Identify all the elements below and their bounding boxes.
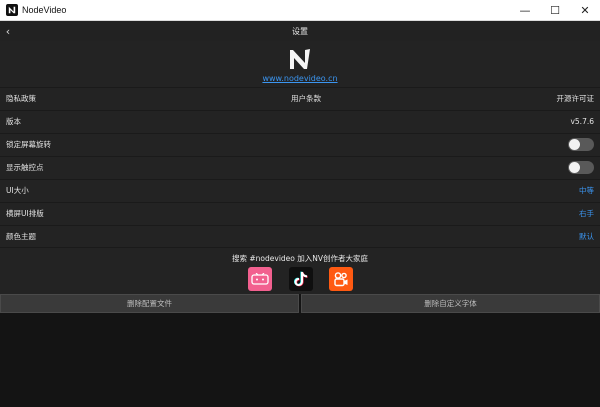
back-chevron-icon[interactable]: ‹: [1, 22, 15, 40]
version-value: v5.7.6: [570, 117, 594, 126]
community-text: 搜索 #nodevideo 加入NV创作者大家庭: [232, 254, 368, 263]
privacy-policy-link[interactable]: 隐私政策: [6, 93, 206, 104]
tiktok-icon[interactable]: [289, 267, 313, 291]
logo-area: www.nodevideo.cn: [0, 41, 600, 87]
minimize-button[interactable]: —: [510, 0, 540, 21]
show-touch-row: 显示触控点: [0, 156, 600, 178]
lock-rotation-row: 锁定屏幕旋转: [0, 133, 600, 155]
window-controls: — ☐ ✕: [510, 0, 600, 21]
legal-links-row: 隐私政策 用户条款 开源许可证: [0, 87, 600, 109]
close-button[interactable]: ✕: [570, 0, 600, 21]
version-label: 版本: [6, 117, 21, 126]
settings-header: ‹ 设置: [0, 21, 600, 42]
color-theme-label: 颜色主题: [6, 232, 36, 241]
bottom-action-bar: 删除配置文件 删除自定义字体: [0, 294, 600, 313]
maximize-button[interactable]: ☐: [540, 0, 570, 21]
show-touch-label: 显示触控点: [6, 163, 44, 172]
open-source-license-link[interactable]: 开源许可证: [406, 93, 595, 104]
lock-rotation-toggle[interactable]: [568, 138, 594, 151]
bilibili-icon[interactable]: [248, 267, 272, 291]
ui-size-row[interactable]: UI大小 中等: [0, 179, 600, 201]
toggle-knob: [569, 139, 580, 150]
page-title: 设置: [292, 26, 308, 36]
ui-size-value[interactable]: 中等: [579, 185, 594, 196]
app-icon: [6, 4, 18, 16]
delete-config-button[interactable]: 删除配置文件: [0, 294, 299, 313]
nodevideo-logo: [290, 49, 310, 69]
website-link[interactable]: www.nodevideo.cn: [262, 74, 337, 83]
community-section: 搜索 #nodevideo 加入NV创作者大家庭: [0, 247, 600, 296]
version-row: 版本 v5.7.6: [0, 110, 600, 132]
show-touch-toggle[interactable]: [568, 161, 594, 174]
color-theme-row[interactable]: 颜色主题 默认: [0, 225, 600, 247]
toggle-knob: [569, 162, 580, 173]
empty-area: [0, 313, 600, 407]
window-title: NodeVideo: [22, 5, 67, 15]
kuaishou-icon[interactable]: [329, 267, 353, 291]
landscape-layout-label: 横屏UI排版: [6, 209, 44, 218]
ui-size-label: UI大小: [6, 186, 29, 195]
landscape-layout-value[interactable]: 右手: [579, 208, 594, 219]
lock-rotation-label: 锁定屏幕旋转: [6, 140, 51, 149]
color-theme-value[interactable]: 默认: [579, 231, 594, 242]
delete-custom-fonts-button[interactable]: 删除自定义字体: [301, 294, 600, 313]
window-titlebar: NodeVideo — ☐ ✕: [0, 0, 600, 21]
user-terms-link[interactable]: 用户条款: [206, 93, 406, 104]
settings-content: www.nodevideo.cn 隐私政策 用户条款 开源许可证 版本 v5.7…: [0, 41, 600, 313]
landscape-layout-row[interactable]: 横屏UI排版 右手: [0, 202, 600, 224]
